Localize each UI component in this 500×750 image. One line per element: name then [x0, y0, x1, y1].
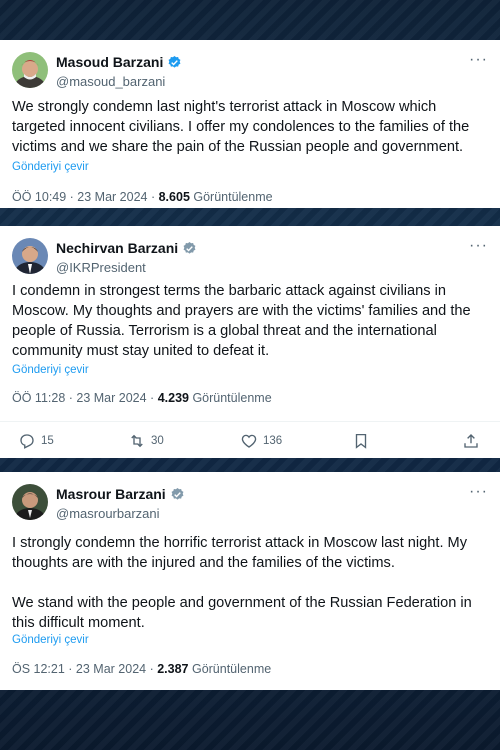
background-gap-2 — [0, 458, 500, 472]
tweet-header: Nechirvan Barzani @IKRPresident ··· — [12, 238, 488, 278]
author-name[interactable]: Masrour Barzani — [56, 486, 166, 502]
tweet-text: We strongly condemn last night's terrori… — [12, 99, 470, 155]
reply-count: 15 — [41, 435, 54, 447]
more-options-button[interactable]: ··· — [469, 238, 488, 254]
verified-badge-icon — [171, 487, 184, 500]
views-label: Görüntülenme — [189, 190, 273, 204]
like-button[interactable]: 136 — [240, 432, 282, 450]
share-icon — [464, 434, 478, 448]
bookmark-button[interactable] — [352, 432, 370, 450]
reply-icon — [20, 434, 34, 449]
tweet-text: I strongly condemn the horrific terroris… — [12, 535, 472, 631]
translate-link[interactable]: Gönderiyi çevir — [12, 634, 89, 646]
repost-count: 30 — [151, 435, 164, 447]
background-gap-1 — [0, 208, 500, 226]
translate-link[interactable]: Gönderiyi çevir — [12, 161, 89, 173]
tweet-card-nechirvan: Nechirvan Barzani @IKRPresident ··· I co… — [0, 226, 500, 458]
avatar[interactable] — [12, 238, 48, 274]
author-name[interactable]: Masoud Barzani — [56, 54, 163, 70]
views-label: Görüntülenme — [188, 391, 272, 405]
author-handle[interactable]: @masoud_barzani — [56, 74, 165, 89]
author-name[interactable]: Nechirvan Barzani — [56, 240, 178, 256]
reply-button[interactable]: 15 — [18, 432, 54, 450]
tweet-meta: ÖS 12:21 · 23 Mar 2024 · 2.387 Görüntüle… — [12, 662, 271, 676]
translate-link[interactable]: Gönderiyi çevir — [12, 364, 89, 376]
views-label: Görüntülenme — [188, 662, 272, 676]
tweet-card-masoud: Masoud Barzani @masoud_barzani ··· We st… — [0, 40, 500, 208]
bookmark-icon — [355, 433, 367, 449]
author-handle[interactable]: @IKRPresident — [56, 260, 146, 275]
avatar[interactable] — [12, 484, 48, 520]
verified-badge-icon — [183, 241, 196, 254]
more-options-button[interactable]: ··· — [469, 52, 488, 68]
share-button[interactable] — [462, 432, 480, 450]
tweet-timestamp[interactable]: ÖÖ 11:28 · 23 Mar 2024 · — [12, 391, 158, 405]
view-count: 2.387 — [157, 662, 189, 676]
tweet-meta: ÖÖ 11:28 · 23 Mar 2024 · 4.239 Görüntüle… — [12, 391, 272, 405]
view-count: 8.605 — [158, 190, 190, 204]
tweet-meta: ÖÖ 10:49 · 23 Mar 2024 · 8.605 Görüntüle… — [12, 190, 273, 204]
repost-icon — [131, 434, 143, 448]
background-bottom — [0, 690, 500, 750]
like-count: 136 — [263, 435, 283, 447]
background-top — [0, 0, 500, 40]
author-handle[interactable]: @masrourbarzani — [56, 506, 160, 521]
view-count: 4.239 — [157, 391, 189, 405]
verified-badge-icon — [168, 55, 181, 68]
repost-button[interactable]: 30 — [128, 432, 164, 450]
tweet-timestamp[interactable]: ÖÖ 10:49 · 23 Mar 2024 · — [12, 190, 159, 204]
more-options-button[interactable]: ··· — [469, 484, 488, 500]
tweet-text: I condemn in strongest terms the barbari… — [12, 283, 471, 359]
tweet-actions: 15 30 136 — [0, 421, 500, 457]
avatar[interactable] — [12, 52, 48, 88]
tweet-timestamp[interactable]: ÖS 12:21 · 23 Mar 2024 · — [12, 662, 157, 676]
tweet-card-masrour: Masrour Barzani @masrourbarzani ··· I st… — [0, 472, 500, 690]
tweet-header: Masrour Barzani @masrourbarzani ··· — [12, 484, 488, 524]
heart-icon — [241, 434, 257, 448]
tweet-header: Masoud Barzani @masoud_barzani ··· — [12, 52, 488, 92]
